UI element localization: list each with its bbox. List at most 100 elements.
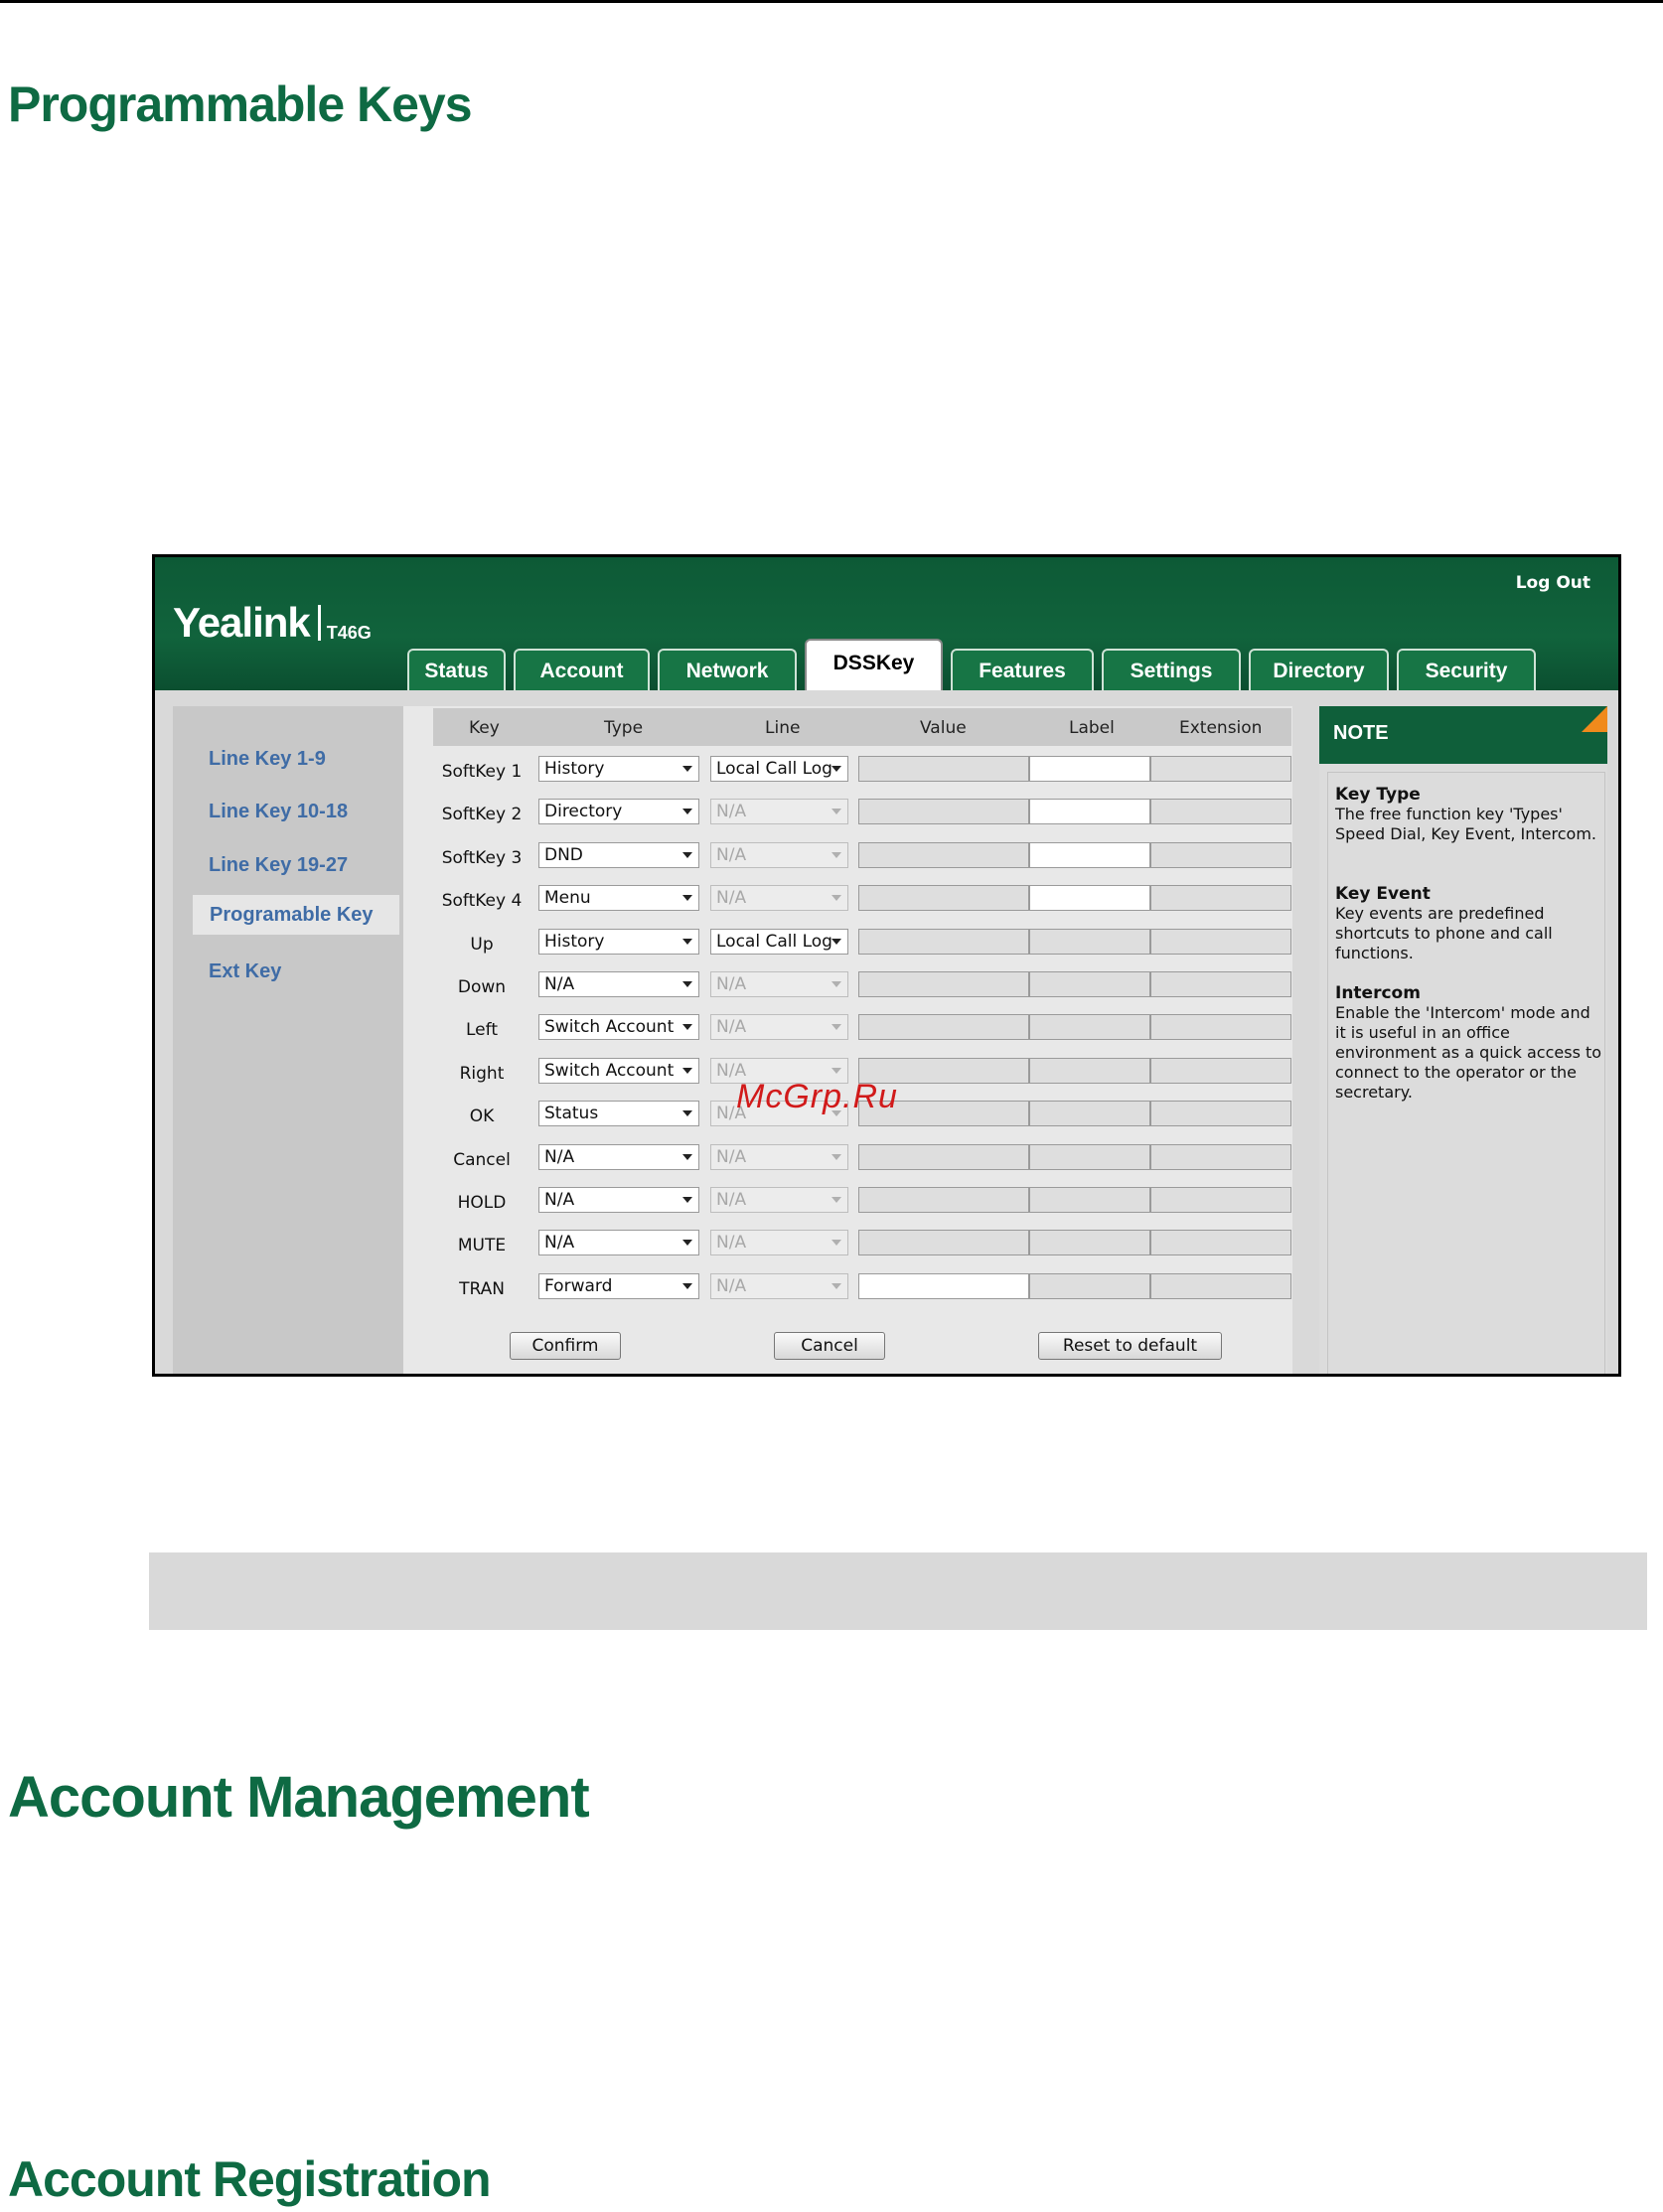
extension-field[interactable] <box>1150 756 1291 782</box>
line-select[interactable]: Local Call Log <box>710 756 848 782</box>
line-select[interactable]: N/A <box>710 1187 848 1213</box>
sidebar-item-line-key-1-9[interactable]: Line Key 1-9 <box>209 748 326 771</box>
type-select[interactable]: Menu <box>538 885 699 912</box>
label-field[interactable] <box>1029 1187 1150 1213</box>
line-select[interactable]: Local Call Log <box>710 928 848 955</box>
column-header-label: Label <box>1069 718 1115 738</box>
label-field[interactable] <box>1029 1101 1150 1127</box>
label-field[interactable] <box>1029 885 1150 912</box>
extension-field[interactable] <box>1150 1272 1291 1299</box>
line-select[interactable]: N/A <box>710 971 848 997</box>
type-select[interactable]: History <box>538 756 699 782</box>
column-header-extension: Extension <box>1179 718 1263 738</box>
type-value: Status <box>544 1104 599 1124</box>
label-field[interactable] <box>1029 971 1150 997</box>
tab-status[interactable]: Status <box>407 649 506 690</box>
value-field[interactable] <box>858 928 1029 955</box>
type-select[interactable]: N/A <box>538 1143 699 1170</box>
extension-field[interactable] <box>1150 799 1291 825</box>
label-field[interactable] <box>1029 1272 1150 1299</box>
type-select[interactable]: N/A <box>538 1187 699 1213</box>
extension-field[interactable] <box>1150 1101 1291 1127</box>
tab-security[interactable]: Security <box>1397 649 1536 690</box>
value-field[interactable] <box>858 799 1029 825</box>
type-select[interactable]: N/A <box>538 971 699 997</box>
sidebar-item-programable-key[interactable]: Programable Key <box>193 895 399 935</box>
extension-field[interactable] <box>1150 1014 1291 1041</box>
tab-directory[interactable]: Directory <box>1249 649 1389 690</box>
tab-features[interactable]: Features <box>951 649 1094 690</box>
extension-field[interactable] <box>1150 928 1291 955</box>
line-value: N/A <box>716 1275 747 1296</box>
model-label: T46G <box>326 623 372 643</box>
value-field[interactable] <box>858 756 1029 782</box>
tab-account[interactable]: Account <box>514 649 650 690</box>
type-select[interactable]: Status <box>538 1101 699 1127</box>
label-field[interactable] <box>1029 928 1150 955</box>
label-field[interactable] <box>1029 1014 1150 1041</box>
line-select[interactable]: N/A <box>710 1272 848 1299</box>
key-name: SoftKey 1 <box>441 762 523 782</box>
line-select[interactable]: N/A <box>710 1143 848 1170</box>
tab-dsskey[interactable]: DSSKey <box>805 639 943 690</box>
sidebar-item-ext-key[interactable]: Ext Key <box>209 960 281 983</box>
line-value: N/A <box>716 1233 747 1253</box>
label-field[interactable] <box>1029 756 1150 782</box>
label-field[interactable] <box>1029 799 1150 825</box>
note-section-title: Key Event <box>1335 884 1431 904</box>
sidebar-item-line-key-19-27[interactable]: Line Key 19-27 <box>209 854 348 877</box>
extension-field[interactable] <box>1150 1230 1291 1256</box>
type-select[interactable]: History <box>538 928 699 955</box>
line-select[interactable]: N/A <box>710 841 848 868</box>
extension-field[interactable] <box>1150 1057 1291 1084</box>
type-value: N/A <box>544 1233 575 1253</box>
label-field[interactable] <box>1029 841 1150 868</box>
reset-to-default-button[interactable]: Reset to default <box>1038 1332 1222 1360</box>
dropdown-arrow-icon <box>682 1240 692 1247</box>
confirm-button[interactable]: Confirm <box>510 1332 621 1360</box>
value-field[interactable] <box>858 841 1029 868</box>
extension-field[interactable] <box>1150 841 1291 868</box>
type-select[interactable]: DND <box>538 841 699 868</box>
value-field[interactable] <box>858 885 1029 912</box>
label-field[interactable] <box>1029 1143 1150 1170</box>
value-field[interactable] <box>858 971 1029 997</box>
tab-settings[interactable]: Settings <box>1102 649 1241 690</box>
tab-network[interactable]: Network <box>658 649 797 690</box>
line-select[interactable]: N/A <box>710 1014 848 1041</box>
line-select[interactable]: N/A <box>710 799 848 825</box>
value-field[interactable] <box>858 1143 1029 1170</box>
line-select[interactable]: N/A <box>710 885 848 912</box>
note-corner-tab <box>1582 706 1607 732</box>
value-field[interactable] <box>858 1187 1029 1213</box>
extension-field[interactable] <box>1150 1187 1291 1213</box>
table-row: Down N/A N/A <box>433 965 1291 1005</box>
type-select[interactable]: N/A <box>538 1230 699 1256</box>
label-field[interactable] <box>1029 1230 1150 1256</box>
note-section-text: Key events are predefined shortcuts to p… <box>1335 904 1553 962</box>
dropdown-arrow-icon <box>832 1282 841 1289</box>
type-select[interactable]: Forward <box>538 1272 699 1299</box>
dropdown-arrow-icon <box>682 981 692 987</box>
cancel-button[interactable]: Cancel <box>774 1332 885 1360</box>
value-field[interactable] <box>858 1230 1029 1256</box>
type-select[interactable]: Switch Account <box>538 1014 699 1041</box>
type-select[interactable]: Directory <box>538 799 699 825</box>
extension-field[interactable] <box>1150 1143 1291 1170</box>
sidebar-item-line-key-10-18[interactable]: Line Key 10-18 <box>209 801 348 823</box>
key-name: SoftKey 2 <box>441 805 523 825</box>
logout-link[interactable]: Log Out <box>1516 573 1590 593</box>
type-select[interactable]: Switch Account <box>538 1057 699 1084</box>
value-field[interactable] <box>858 1014 1029 1041</box>
table-row: SoftKey 1 History Local Call Log <box>433 750 1291 790</box>
extension-field[interactable] <box>1150 885 1291 912</box>
label-field[interactable] <box>1029 1057 1150 1084</box>
heading-account-management: Account Management <box>8 1765 590 1830</box>
value-field[interactable] <box>858 1272 1029 1299</box>
line-value: N/A <box>716 1017 747 1038</box>
line-select[interactable]: N/A <box>710 1230 848 1256</box>
extension-field[interactable] <box>1150 971 1291 997</box>
dropdown-arrow-icon <box>832 809 841 815</box>
sidebar: Line Key 1-9 Line Key 10-18 Line Key 19-… <box>173 706 403 1374</box>
type-value: N/A <box>544 1146 575 1167</box>
